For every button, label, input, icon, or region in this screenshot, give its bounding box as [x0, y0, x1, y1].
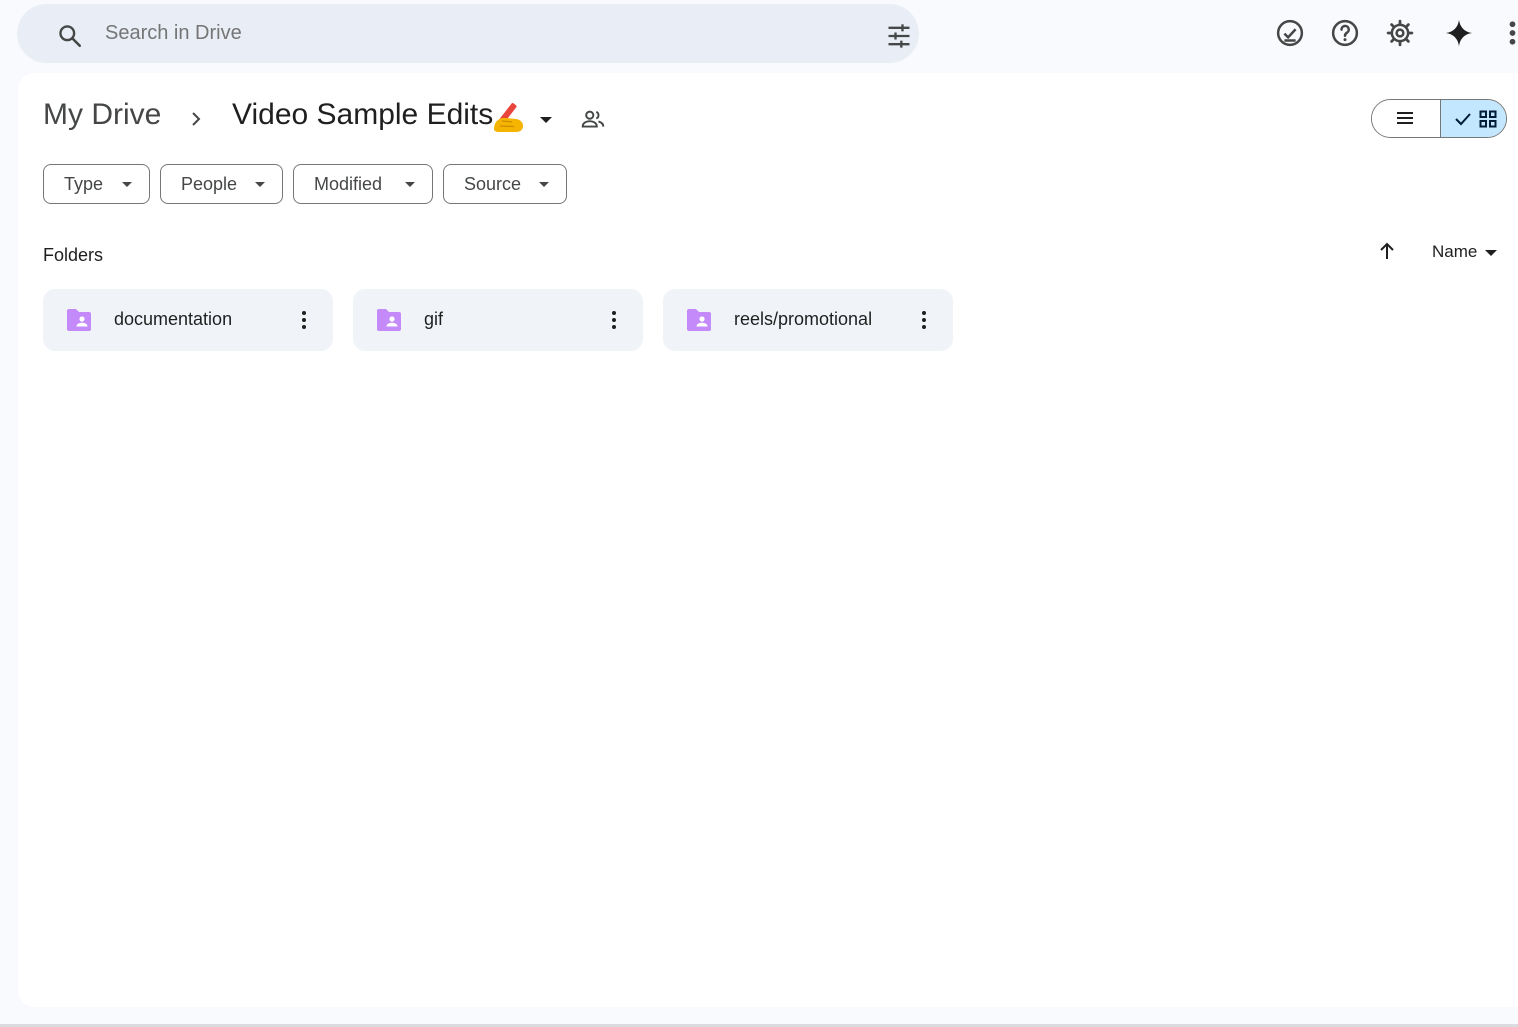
- list-view-icon: [1397, 112, 1413, 124]
- sort-direction-arrow-up-icon[interactable]: [1375, 239, 1399, 263]
- filter-type-chip[interactable]: Type: [43, 164, 150, 204]
- chevron-right-icon: [192, 112, 201, 126]
- folder-card-reels-promotional[interactable]: reels/promotional: [663, 289, 953, 351]
- chevron-down-icon: [122, 182, 132, 187]
- search-bar[interactable]: [17, 4, 919, 63]
- folder-menu-dropdown-icon[interactable]: [536, 110, 556, 130]
- ready-for-offline-icon[interactable]: [1275, 18, 1305, 48]
- shared-folder-icon: [687, 309, 711, 331]
- shared-folder-icon: [377, 309, 401, 331]
- more-options-icon[interactable]: [913, 308, 935, 332]
- filter-source-chip[interactable]: Source: [443, 164, 567, 204]
- apps-grid-icon[interactable]: [1500, 18, 1518, 48]
- sort-field-dropdown-icon[interactable]: [1484, 246, 1498, 260]
- search-input[interactable]: [105, 22, 805, 45]
- folder-name: documentation: [114, 309, 233, 329]
- check-icon: [1455, 113, 1471, 126]
- grid-view-icon: [1479, 110, 1497, 128]
- folder-card-gif[interactable]: gif: [353, 289, 643, 351]
- filter-chip-label: People: [181, 174, 238, 194]
- chevron-down-icon: [405, 182, 415, 187]
- gemini-spark-icon[interactable]: [1444, 18, 1474, 48]
- top-bar: [0, 0, 1518, 70]
- breadcrumb-current-folder[interactable]: Video Sample Edits: [232, 98, 493, 132]
- filter-modified-chip[interactable]: Modified: [293, 164, 433, 204]
- chevron-down-icon: [255, 182, 265, 187]
- grid-view-button[interactable]: [1440, 100, 1506, 137]
- more-options-icon[interactable]: [293, 308, 315, 332]
- shared-folder-icon: [67, 309, 91, 331]
- help-icon[interactable]: [1330, 18, 1360, 48]
- more-options-icon[interactable]: [603, 308, 625, 332]
- filter-chip-label: Modified: [314, 174, 383, 194]
- folder-card-documentation[interactable]: documentation: [43, 289, 333, 351]
- settings-icon[interactable]: [1385, 18, 1415, 48]
- search-options-icon[interactable]: [885, 22, 913, 50]
- folder-name: gif: [424, 309, 444, 329]
- filter-chip-label: Source: [464, 174, 522, 194]
- main-content-panel: [18, 73, 1518, 1007]
- chevron-down-icon: [539, 182, 549, 187]
- sort-field-button[interactable]: Name: [1432, 242, 1477, 262]
- folder-name: reels/promotional: [734, 309, 873, 329]
- filter-people-chip[interactable]: People: [160, 164, 283, 204]
- writing-hand-emoji-icon: [494, 103, 523, 132]
- section-title: Folders: [43, 245, 104, 265]
- view-toggle: [1371, 99, 1507, 138]
- search-icon[interactable]: [57, 23, 83, 49]
- breadcrumb-my-drive[interactable]: My Drive: [43, 98, 161, 132]
- filter-chip-label: Type: [64, 174, 104, 194]
- list-view-button[interactable]: [1372, 100, 1440, 137]
- shared-people-icon[interactable]: [580, 106, 606, 132]
